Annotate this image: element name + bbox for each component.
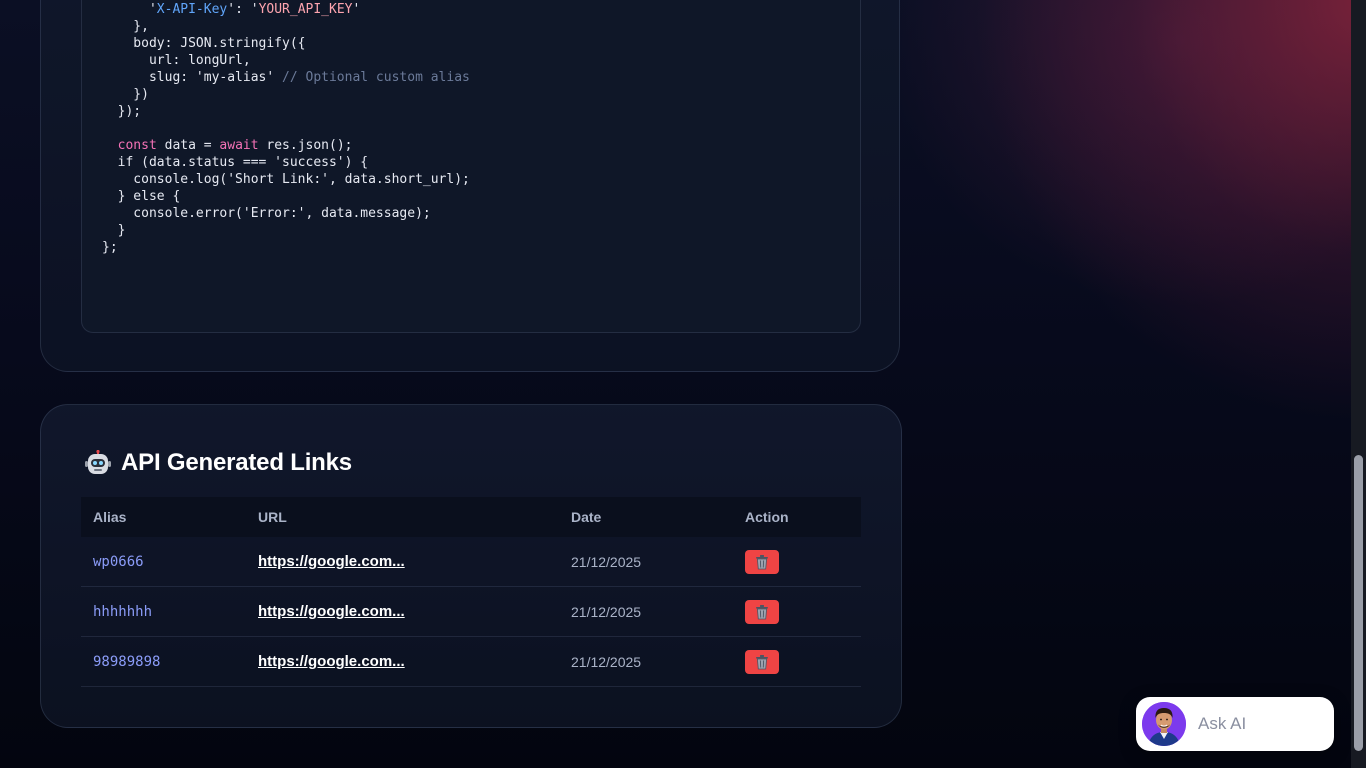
- code-token: url: longUrl,: [102, 53, 251, 68]
- code-line: const data = await res.json();: [102, 137, 548, 154]
- code-line: 'X-API-Key': 'YOUR_API_KEY': [102, 1, 548, 18]
- code-token: } else {: [102, 189, 181, 204]
- code-token: data =: [156, 138, 220, 153]
- table-row: wp0666 https://google.com... 21/12/2025: [81, 537, 861, 587]
- trash-icon: [756, 654, 768, 669]
- code-token: X-API-Key: [156, 2, 228, 17]
- action-cell: [733, 537, 861, 587]
- code-token: ': [352, 2, 361, 17]
- column-header-url: URL: [246, 497, 559, 537]
- short-link[interactable]: https://google.com...: [258, 603, 405, 620]
- code-token: }): [102, 87, 149, 102]
- links-table: Alias URL Date Action wp0666 https://goo…: [81, 497, 861, 687]
- code-token: }: [102, 223, 126, 238]
- section-header: API Generated Links: [85, 449, 352, 477]
- code-token: ': ': [227, 2, 259, 17]
- code-token: ': [102, 2, 157, 17]
- code-token: // Optional custom alias: [282, 70, 470, 85]
- code-block: const res = await fetch('https://jachu.x…: [81, 0, 861, 333]
- trash-icon: [756, 554, 768, 569]
- table-row: 98989898 https://google.com... 21/12/202…: [81, 636, 861, 687]
- short-link[interactable]: https://google.com...: [258, 553, 405, 570]
- code-line: url: longUrl,: [102, 52, 548, 69]
- api-links-card: API Generated Links Alias URL Date Actio…: [40, 404, 902, 728]
- scrollbar-thumb[interactable]: [1354, 455, 1363, 751]
- code-token: },: [102, 19, 149, 34]
- date-cell: 21/12/2025: [559, 586, 733, 637]
- code-token: };: [102, 240, 118, 255]
- code-example-card: const res = await fetch('https://jachu.x…: [40, 0, 900, 372]
- code-token: body: JSON.stringify({: [102, 36, 306, 51]
- column-header-action: Action: [733, 497, 861, 537]
- section-title: API Generated Links: [121, 449, 352, 476]
- code-token: YOUR_API_KEY: [258, 2, 353, 17]
- action-cell: [733, 636, 861, 687]
- code-token: await: [219, 138, 259, 153]
- column-header-date: Date: [559, 497, 733, 537]
- code-line: };: [102, 239, 548, 256]
- delete-button[interactable]: [745, 599, 779, 624]
- code-line: }): [102, 86, 548, 103]
- code-line: if (data.status === 'success') {: [102, 154, 548, 171]
- code-line: body: JSON.stringify({: [102, 35, 548, 52]
- robot-icon: [85, 450, 111, 474]
- assistant-avatar: [1142, 702, 1186, 746]
- ask-ai-widget[interactable]: Ask AI: [1136, 697, 1334, 751]
- date-cell: 21/12/2025: [559, 537, 733, 587]
- code-lines: const res = await fetch('https://jachu.x…: [102, 0, 548, 256]
- code-line: });: [102, 103, 548, 120]
- code-line: } else {: [102, 188, 548, 205]
- code-token: console.error('Error:', data.message);: [102, 206, 431, 221]
- alias-cell: hhhhhhh: [81, 586, 246, 637]
- page-scrollbar[interactable]: [1351, 0, 1366, 768]
- alias-cell: 98989898: [81, 636, 246, 687]
- delete-button[interactable]: [745, 549, 779, 574]
- url-cell: https://google.com...: [246, 537, 559, 587]
- code-token: console.log('Short Link:', data.short_ur…: [102, 172, 470, 187]
- code-line: }: [102, 222, 548, 239]
- code-token: const: [117, 138, 157, 153]
- code-line: slug: 'my-alias' // Optional custom alia…: [102, 69, 548, 86]
- url-cell: https://google.com...: [246, 636, 559, 687]
- code-token: });: [102, 104, 142, 119]
- table-header-row: Alias URL Date Action: [81, 497, 861, 537]
- code-token: res.json();: [258, 138, 353, 153]
- delete-button[interactable]: [745, 649, 779, 674]
- table-row: hhhhhhh https://google.com... 21/12/2025: [81, 586, 861, 637]
- code-line: },: [102, 18, 548, 35]
- column-header-alias: Alias: [81, 497, 246, 537]
- code-token: if (data.status === 'success') {: [102, 155, 369, 170]
- date-cell: 21/12/2025: [559, 636, 733, 687]
- code-line: console.log('Short Link:', data.short_ur…: [102, 171, 548, 188]
- trash-icon: [756, 604, 768, 619]
- code-token: slug: 'my-alias': [102, 70, 283, 85]
- short-link[interactable]: https://google.com...: [258, 653, 405, 670]
- alias-cell: wp0666: [81, 537, 246, 587]
- action-cell: [733, 586, 861, 637]
- url-cell: https://google.com...: [246, 586, 559, 637]
- code-line: console.error('Error:', data.message);: [102, 205, 548, 222]
- ask-ai-label: Ask AI: [1198, 714, 1247, 733]
